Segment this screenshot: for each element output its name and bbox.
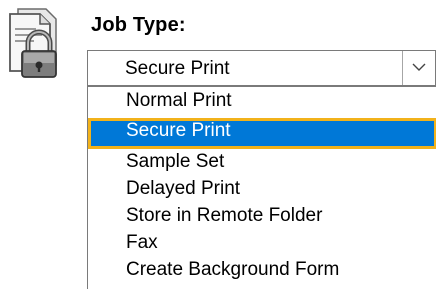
- job-type-dropdown-list: Normal Print Secure Print Sample Set Del…: [87, 86, 436, 289]
- option-normal-print[interactable]: Normal Print: [88, 88, 436, 114]
- document-lock-icon: [6, 5, 70, 81]
- job-type-selected-value: Secure Print: [125, 58, 230, 79]
- option-create-background-form[interactable]: Create Background Form: [88, 257, 436, 283]
- chevron-down-icon: [412, 59, 426, 77]
- job-type-combobox[interactable]: Secure Print: [87, 50, 436, 86]
- job-type-label: Job Type:: [91, 14, 186, 36]
- option-delayed-print[interactable]: Delayed Print: [88, 176, 436, 202]
- option-sample-set[interactable]: Sample Set: [88, 149, 436, 175]
- dropdown-button[interactable]: [402, 51, 435, 85]
- option-fax[interactable]: Fax: [88, 230, 436, 256]
- option-secure-print[interactable]: Secure Print: [88, 118, 436, 149]
- option-store-in-remote-folder[interactable]: Store in Remote Folder: [88, 203, 436, 229]
